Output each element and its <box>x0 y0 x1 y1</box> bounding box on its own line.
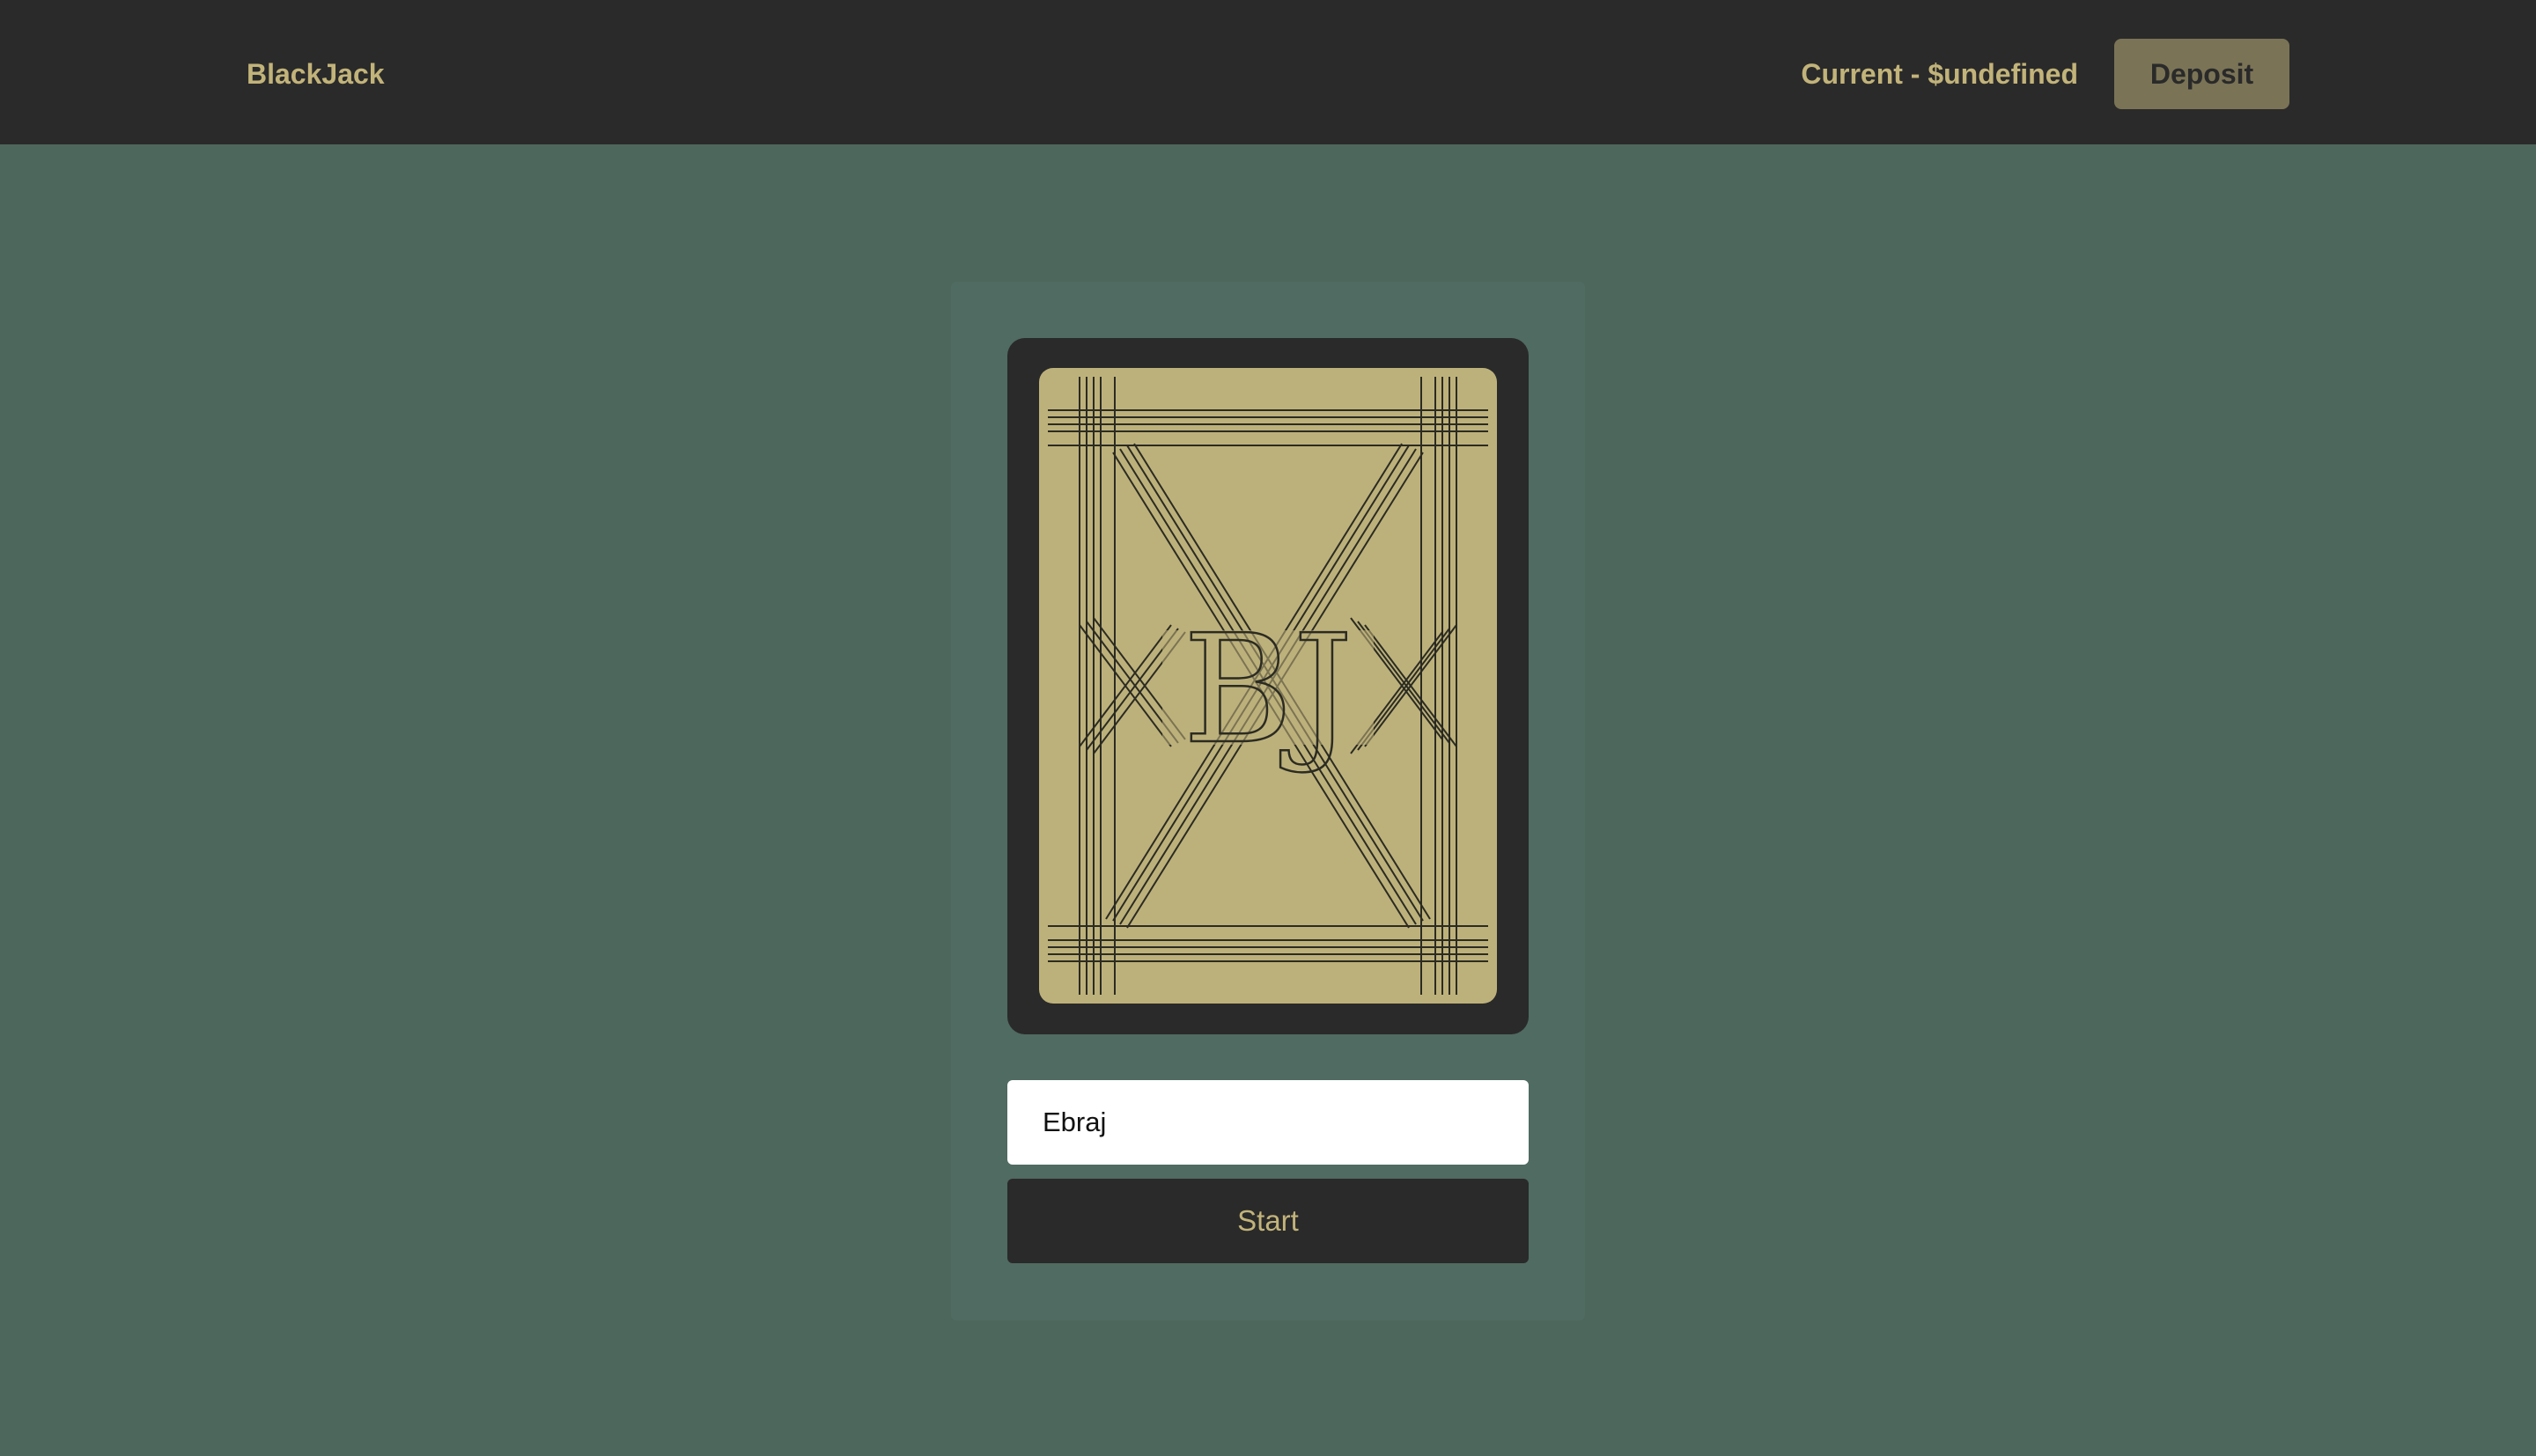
top-navbar: BlackJack Current - $undefined Deposit <box>0 0 2536 144</box>
balance-display: Current - $undefined <box>1801 58 2078 90</box>
brand-title[interactable]: BlackJack <box>247 56 385 92</box>
start-button[interactable]: Start <box>1007 1179 1529 1263</box>
card-monogram: BJ <box>1183 603 1353 777</box>
player-name-input[interactable] <box>1007 1080 1529 1165</box>
card-back-image: BJ <box>1039 368 1497 1004</box>
deposit-button[interactable]: Deposit <box>2114 39 2289 109</box>
card-back-frame: BJ <box>1007 338 1529 1034</box>
card-back-pattern: BJ <box>1039 368 1497 1004</box>
